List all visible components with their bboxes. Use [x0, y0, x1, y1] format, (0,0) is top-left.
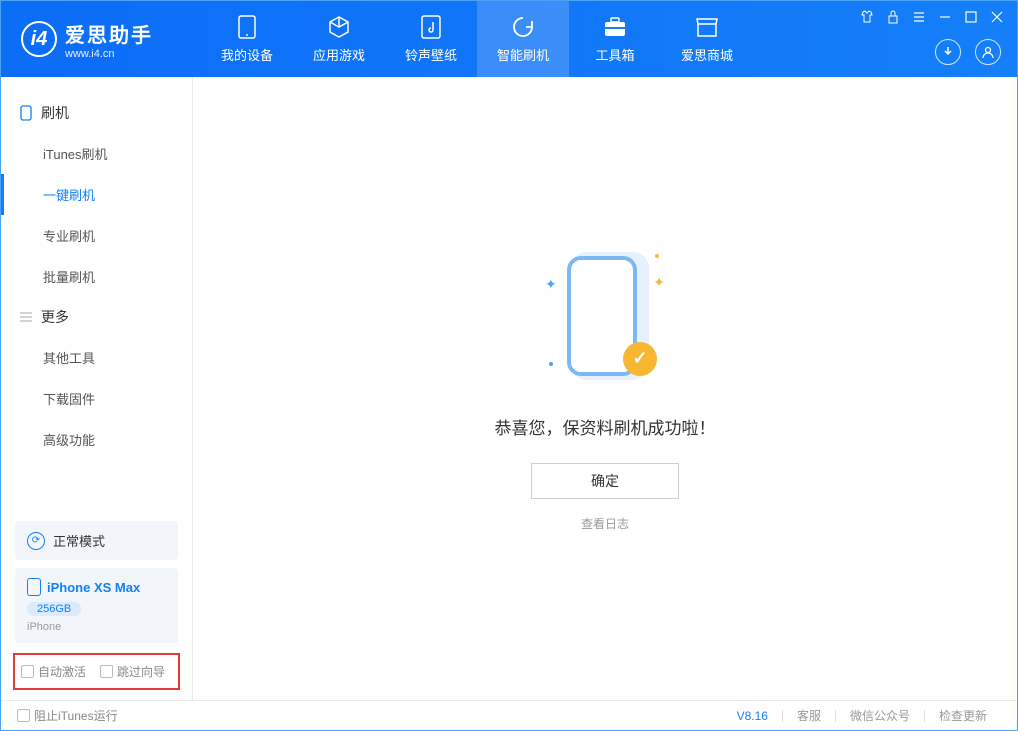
device-type: iPhone [27, 621, 166, 633]
dot-icon [549, 362, 553, 366]
version-label: V8.16 [723, 709, 782, 723]
close-button[interactable] [989, 9, 1005, 25]
minimize-button[interactable] [937, 9, 953, 25]
nav-tab-device[interactable]: 我的设备 [201, 1, 293, 77]
sidebar-item-itunes-flash[interactable]: iTunes刷机 [1, 133, 192, 174]
music-file-icon [419, 15, 443, 39]
dot-icon [655, 254, 659, 258]
device-small-icon [19, 106, 33, 120]
lock-icon[interactable] [885, 9, 901, 25]
maximize-button[interactable] [963, 9, 979, 25]
device-name: iPhone XS Max [47, 580, 140, 595]
checkbox-icon [100, 665, 113, 678]
shirt-icon[interactable] [859, 9, 875, 25]
nav-tab-flash[interactable]: 智能刷机 [477, 1, 569, 77]
view-log-link[interactable]: 查看日志 [581, 515, 629, 532]
refresh-shield-icon [511, 15, 535, 39]
device-box[interactable]: iPhone XS Max 256GB iPhone [15, 568, 178, 643]
sparkle-icon: ✦ [653, 274, 665, 291]
ok-button[interactable]: 确定 [531, 463, 679, 499]
nav-tab-toolbox[interactable]: 工具箱 [569, 1, 661, 77]
user-icon[interactable] [975, 39, 1001, 65]
app-logo-icon: i4 [21, 21, 57, 57]
check-badge-icon: ✓ [623, 342, 657, 376]
sidebar-item-download-firmware[interactable]: 下载固件 [1, 378, 192, 419]
nav-tab-store[interactable]: 爱思商城 [661, 1, 753, 77]
footer-link-update[interactable]: 检查更新 [925, 707, 1001, 724]
footer-link-support[interactable]: 客服 [783, 707, 835, 724]
window-controls [859, 9, 1005, 25]
logo-area: i4 爱思助手 www.i4.cn [1, 19, 201, 60]
main-content: ✓ ✦ ✦ 恭喜您，保资料刷机成功啦！ 确定 查看日志 [193, 77, 1017, 700]
nav-tabs: 我的设备 应用游戏 铃声壁纸 智能刷机 工具箱 爱思商城 [201, 1, 753, 77]
sidebar: 刷机 iTunes刷机 一键刷机 专业刷机 批量刷机 更多 其他工具 下载固件 … [1, 77, 193, 700]
checkbox-icon [17, 709, 30, 722]
mode-box[interactable]: ⟳ 正常模式 [15, 521, 178, 560]
checkbox-auto-activate[interactable]: 自动激活 [21, 663, 86, 680]
mode-icon: ⟳ [27, 532, 45, 550]
app-subtitle: www.i4.cn [65, 48, 153, 60]
sidebar-item-batch-flash[interactable]: 批量刷机 [1, 256, 192, 297]
app-header: i4 爱思助手 www.i4.cn 我的设备 应用游戏 铃声壁纸 智能刷机 工具… [1, 1, 1017, 77]
footer: 阻止iTunes运行 V8.16 客服 微信公众号 检查更新 [1, 700, 1017, 730]
checkbox-row: 自动激活 跳过向导 [13, 653, 180, 690]
checkbox-skip-guide[interactable]: 跳过向导 [100, 663, 165, 680]
nav-tab-apps[interactable]: 应用游戏 [293, 1, 385, 77]
checkbox-icon [21, 665, 34, 678]
device-icon [27, 578, 41, 596]
footer-link-wechat[interactable]: 微信公众号 [836, 707, 924, 724]
mode-label: 正常模式 [53, 531, 105, 550]
shop-icon [695, 15, 719, 39]
nav-tab-ringtone[interactable]: 铃声壁纸 [385, 1, 477, 77]
sidebar-item-pro-flash[interactable]: 专业刷机 [1, 215, 192, 256]
briefcase-icon [603, 15, 627, 39]
sidebar-item-oneclick-flash[interactable]: 一键刷机 [1, 174, 192, 215]
download-icon[interactable] [935, 39, 961, 65]
storage-badge: 256GB [27, 602, 81, 616]
sidebar-section-more: 更多 [1, 297, 192, 337]
sparkle-icon: ✦ [545, 276, 557, 293]
sidebar-item-other-tools[interactable]: 其他工具 [1, 337, 192, 378]
success-message: 恭喜您，保资料刷机成功啦！ [495, 414, 716, 439]
sidebar-item-advanced[interactable]: 高级功能 [1, 419, 192, 460]
sidebar-section-flash: 刷机 [1, 93, 192, 133]
success-illustration: ✓ ✦ ✦ [545, 246, 665, 396]
phone-icon [235, 15, 259, 39]
menu-icon[interactable] [911, 9, 927, 25]
list-small-icon [19, 310, 33, 324]
checkbox-block-itunes[interactable]: 阻止iTunes运行 [17, 707, 118, 724]
app-title: 爱思助手 [65, 19, 153, 48]
cube-icon [327, 15, 351, 39]
